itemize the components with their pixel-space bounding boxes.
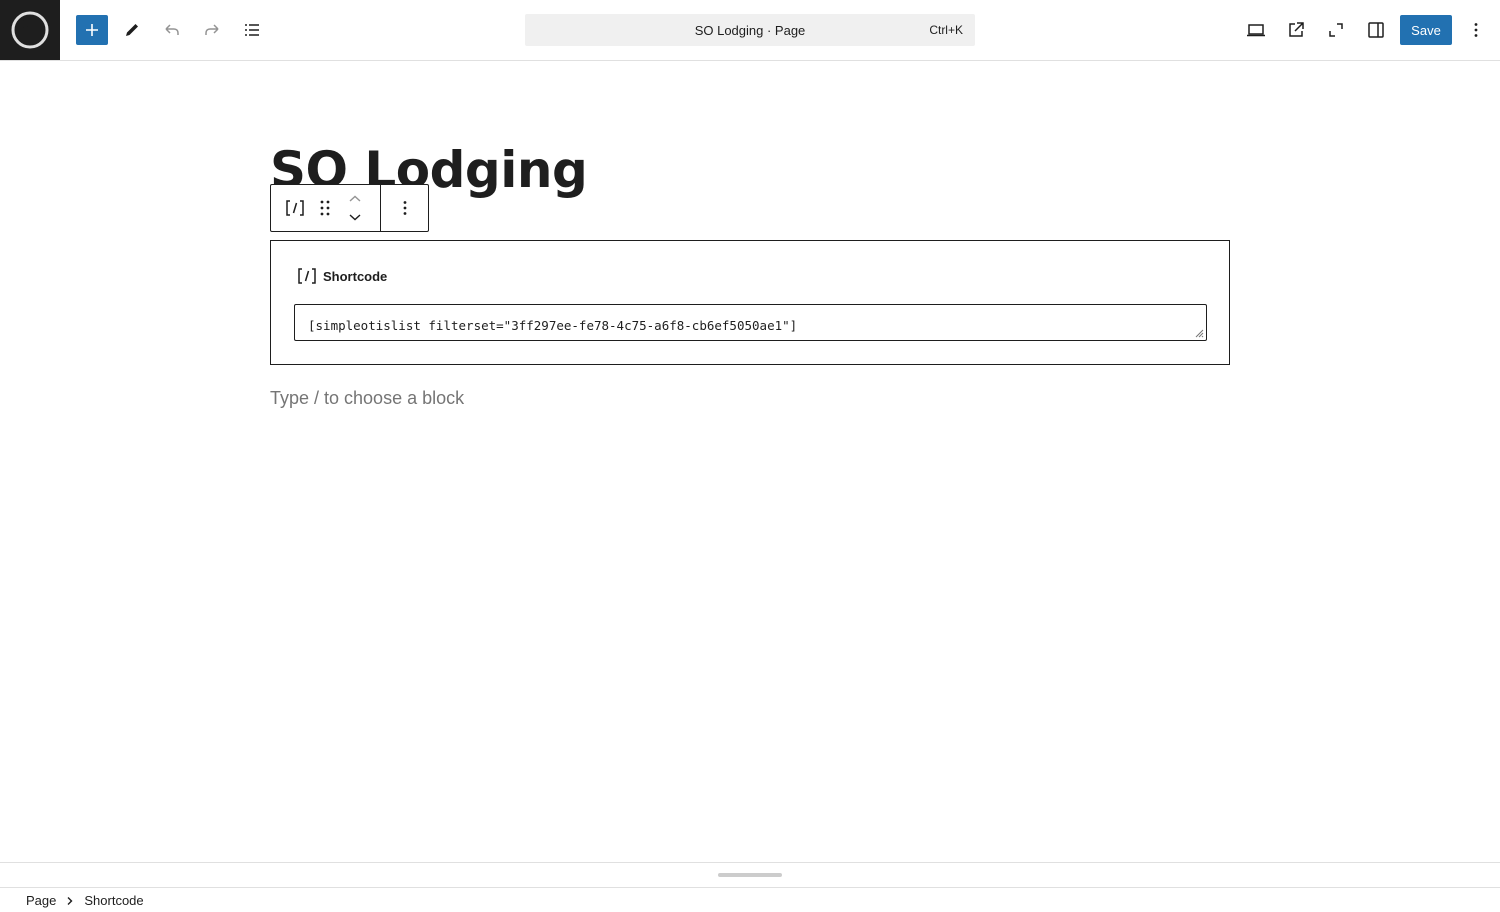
block-options-button[interactable]: [389, 193, 421, 223]
preview-device-button[interactable]: [1240, 14, 1272, 46]
view-page-button[interactable]: [1280, 14, 1312, 46]
drag-handle[interactable]: [311, 193, 339, 223]
shortcode-icon: [286, 200, 304, 216]
chevron-down-icon: [349, 214, 361, 221]
site-logo-icon[interactable]: [0, 0, 60, 60]
redo-icon: [205, 24, 219, 35]
sidebar-icon: [1368, 22, 1384, 38]
shortcode-icon: [298, 268, 316, 284]
redo-button[interactable]: [196, 14, 228, 46]
plus-icon: [86, 24, 98, 36]
block-toolbar: [270, 184, 429, 232]
block-type-button[interactable]: [279, 193, 311, 223]
more-vertical-icon: [1474, 23, 1478, 37]
breadcrumb-item-shortcode[interactable]: Shortcode: [84, 893, 143, 908]
edit-tools-button[interactable]: [116, 14, 148, 46]
footer-divider: [0, 887, 1500, 888]
fullscreen-icon: [1329, 23, 1343, 37]
shortcode-label-text: Shortcode: [323, 268, 388, 284]
document-title: SO Lodging · Page: [694, 22, 806, 38]
drag-handle-icon: [320, 200, 330, 216]
toolbar-separator: [380, 185, 381, 231]
block-inserter-button[interactable]: [76, 15, 108, 45]
editor-header: SO Lodging · Page Ctrl+K Save: [0, 0, 1500, 61]
save-button[interactable]: Save: [1400, 15, 1452, 45]
pencil-icon: [126, 24, 138, 36]
editor-canvas: SO Lodging Shortcode [simpleotislist fil…: [0, 61, 1500, 862]
desktop-icon: [1247, 24, 1265, 37]
shortcode-value: [simpleotislist filterset="3ff297ee-fe78…: [308, 318, 798, 333]
list-view-icon: [245, 24, 259, 36]
chevron-right-icon: [67, 896, 73, 905]
footer-divider: [0, 862, 1500, 863]
undo-button[interactable]: [156, 14, 188, 46]
settings-sidebar-button[interactable]: [1360, 14, 1392, 46]
options-menu-button[interactable]: [1460, 14, 1492, 46]
command-shortcut: Ctrl+K: [929, 23, 963, 37]
chevron-up-icon: [349, 195, 361, 202]
resize-grip-icon[interactable]: [1194, 328, 1204, 338]
breadcrumb-item-page[interactable]: Page: [26, 893, 56, 908]
document-overview-button[interactable]: [236, 14, 268, 46]
meta-boxes-resize-handle[interactable]: [718, 873, 782, 877]
fullscreen-button[interactable]: [1320, 14, 1352, 46]
shortcode-block[interactable]: Shortcode [simpleotislist filterset="3ff…: [270, 240, 1230, 365]
move-down-button[interactable]: [343, 209, 367, 225]
more-vertical-icon: [403, 201, 407, 215]
command-palette-button[interactable]: SO Lodging · Page Ctrl+K: [525, 14, 975, 46]
block-breadcrumb: Page Shortcode: [26, 893, 144, 908]
shortcode-block-label: Shortcode: [297, 267, 387, 285]
shortcode-textarea[interactable]: [simpleotislist filterset="3ff297ee-fe78…: [294, 304, 1207, 341]
undo-icon: [165, 24, 179, 35]
default-block-appender[interactable]: Type / to choose a block: [270, 388, 464, 409]
external-link-icon: [1289, 22, 1304, 37]
move-up-button[interactable]: [343, 191, 367, 207]
